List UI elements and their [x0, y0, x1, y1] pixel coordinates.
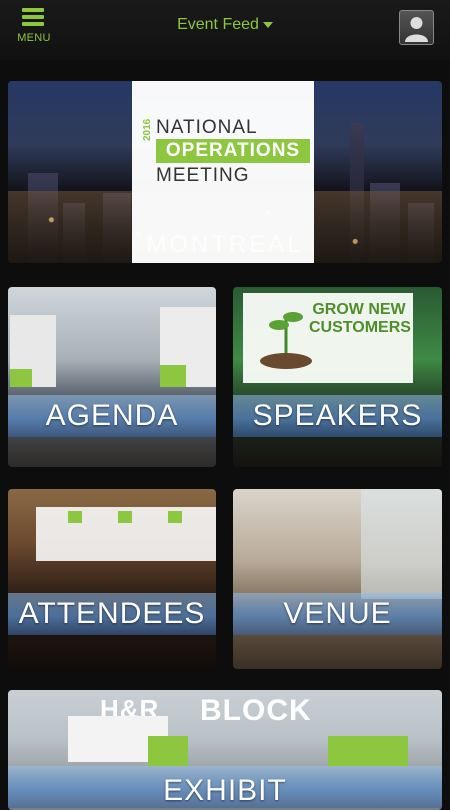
sign-block: BLOCK [200, 694, 312, 727]
tile-venue[interactable]: VENUE [233, 489, 442, 669]
banner-green-block [10, 369, 32, 387]
tile-label-venue: VENUE [283, 597, 392, 630]
user-icon [405, 17, 428, 42]
banner-green-block [160, 365, 186, 387]
tile-agenda[interactable]: AGENDA [8, 287, 216, 467]
tile-exhibit[interactable]: H&R BLOCK EXHIBIT [8, 690, 442, 810]
logo-line-operations: OPERATIONS [156, 139, 310, 163]
plant-icon [260, 312, 312, 369]
tile-label-agenda: AGENDA [45, 399, 179, 432]
header-title: Event Feed [177, 16, 259, 33]
hero-city-name: MONTREAL [146, 231, 304, 258]
backdrop-logo [68, 511, 82, 523]
logo-year: 2016 [142, 118, 153, 141]
booth-green-panel [328, 736, 408, 766]
slide-text: GROW NEW CUSTOMERS [309, 301, 411, 336]
logo-line-meeting: MEETING [156, 165, 250, 186]
booth-green-panel [148, 736, 188, 766]
tile-speakers[interactable]: GROW NEW CUSTOMERS SPEAKERS [233, 287, 442, 467]
hamburger-icon [22, 8, 44, 26]
menu-label[interactable]: MENU [14, 32, 54, 44]
app-header: MENU Event Feed [0, 0, 450, 60]
logo-line-national: NATIONAL [156, 117, 258, 138]
tile-label-speakers: SPEAKERS [252, 399, 423, 432]
hero-banner[interactable]: 2016 NATIONAL OPERATIONS MEETING MONTREA… [8, 81, 442, 263]
venue-windows [361, 489, 442, 599]
event-feed-dropdown[interactable]: Event Feed [150, 16, 300, 42]
backdrop-logo [118, 511, 132, 523]
tile-label-exhibit: EXHIBIT [163, 774, 287, 807]
tile-attendees[interactable]: ATTENDEES [8, 489, 216, 669]
backdrop-logo [168, 511, 182, 523]
caret-down-icon [262, 21, 273, 28]
profile-avatar[interactable] [399, 10, 434, 45]
tile-label-attendees: ATTENDEES [18, 597, 206, 630]
